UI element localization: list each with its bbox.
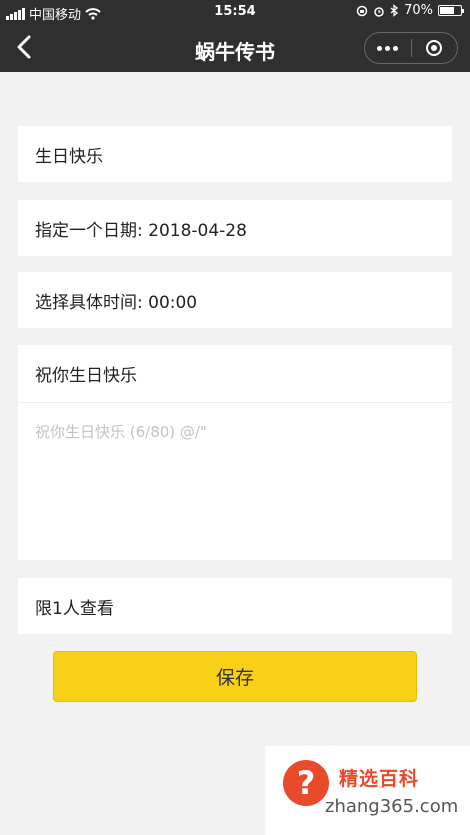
- nav-bar: 蜗牛传书: [0, 24, 470, 72]
- watermark-domain: zhang365.com: [325, 796, 459, 817]
- message-title-field[interactable]: 祝你生日快乐: [18, 345, 452, 403]
- status-right: 70%: [356, 3, 464, 18]
- bluetooth-icon: [390, 4, 399, 17]
- capsule-menu: [364, 32, 458, 64]
- watermark: ? 精选百科 zhang365.com: [265, 746, 470, 835]
- date-label: 指定一个日期: 2018-04-28: [35, 220, 247, 241]
- battery-percent: 70%: [404, 3, 433, 18]
- watermark-brand: 精选百科: [339, 768, 420, 790]
- message-title: 祝你生日快乐: [35, 366, 137, 386]
- greeting-field[interactable]: 生日快乐: [18, 126, 452, 182]
- visibility-selector[interactable]: 限1人查看: [18, 578, 452, 634]
- visibility-label: 限1人查看: [35, 598, 114, 619]
- orientation-lock-icon: [356, 5, 368, 16]
- battery-icon: [438, 5, 464, 16]
- message-card: 祝你生日快乐 祝你生日快乐 (6/80) @/": [18, 345, 452, 560]
- alarm-icon: [374, 6, 384, 17]
- more-icon[interactable]: [365, 33, 411, 63]
- status-bar: 中国移动 15:54 70%: [0, 0, 470, 24]
- close-miniprogram-button[interactable]: [412, 33, 458, 63]
- time-label: 选择具体时间: 00:00: [35, 292, 198, 313]
- message-textarea[interactable]: 祝你生日快乐 (6/80) @/": [18, 403, 452, 442]
- target-icon: [426, 40, 443, 56]
- question-icon: ?: [283, 760, 329, 806]
- greeting-text: 生日快乐: [35, 146, 103, 167]
- date-picker[interactable]: 指定一个日期: 2018-04-28: [18, 200, 452, 256]
- save-button[interactable]: 保存: [53, 651, 417, 702]
- battery-fill: [440, 7, 454, 14]
- time-picker[interactable]: 选择具体时间: 00:00: [18, 272, 452, 328]
